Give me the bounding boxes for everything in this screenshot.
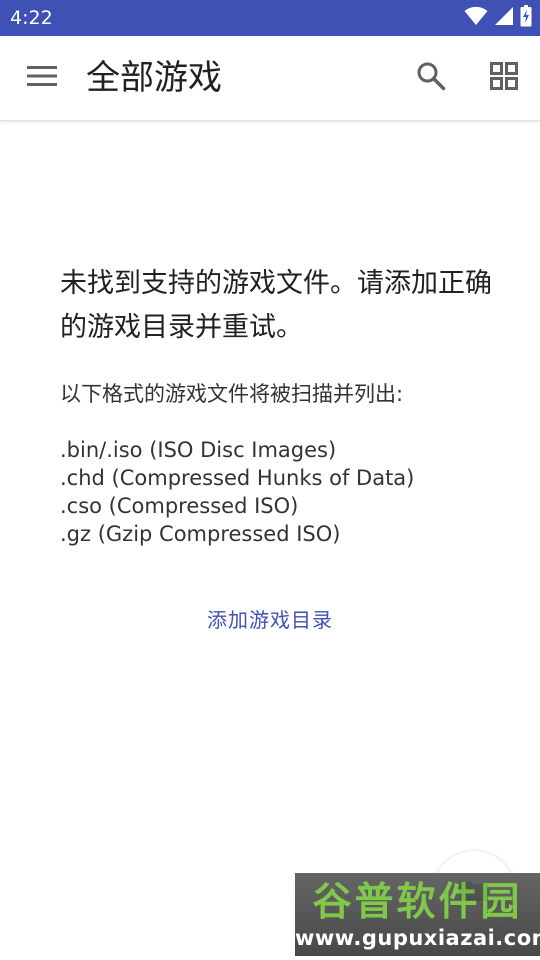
grid-view-icon [490,62,518,94]
format-item: .cso (Compressed ISO) [60,494,299,518]
add-game-directory-button[interactable]: 添加游戏目录 [0,603,540,637]
grid-view-button[interactable] [480,54,528,102]
wifi-icon [464,5,488,31]
empty-state-title: 未找到支持的游戏文件。请添加正确的游戏目录并重试。 [60,268,492,343]
watermark-url: www.gupuxiazai.com [295,926,540,950]
status-icons [464,5,532,31]
format-list: .bin/.iso (ISO Disc Images) .chd (Compre… [60,436,500,548]
battery-icon [520,5,532,31]
watermark: 谷普软件园 www.gupuxiazai.com [295,873,540,956]
format-item: .bin/.iso (ISO Disc Images) [60,438,337,462]
search-icon [416,61,446,95]
empty-state: 未找到支持的游戏文件。请添加正确的游戏目录并重试。 以下格式的游戏文件将被扫描并… [60,262,500,548]
format-item: .chd (Compressed Hunks of Data) [60,466,415,490]
watermark-name: 谷普软件园 [312,880,523,925]
page-title: 全部游戏 [86,58,222,98]
search-button[interactable] [407,54,455,102]
scan-formats-intro: 以下格式的游戏文件将被扫描并列出: [60,382,404,406]
status-time: 4:22 [10,7,53,29]
menu-button[interactable] [18,54,66,102]
signal-icon [494,5,514,31]
app-bar: 全部游戏 [0,36,540,121]
status-bar: 4:22 [0,0,540,36]
menu-icon [27,65,57,91]
format-item: .gz (Gzip Compressed ISO) [60,522,341,546]
